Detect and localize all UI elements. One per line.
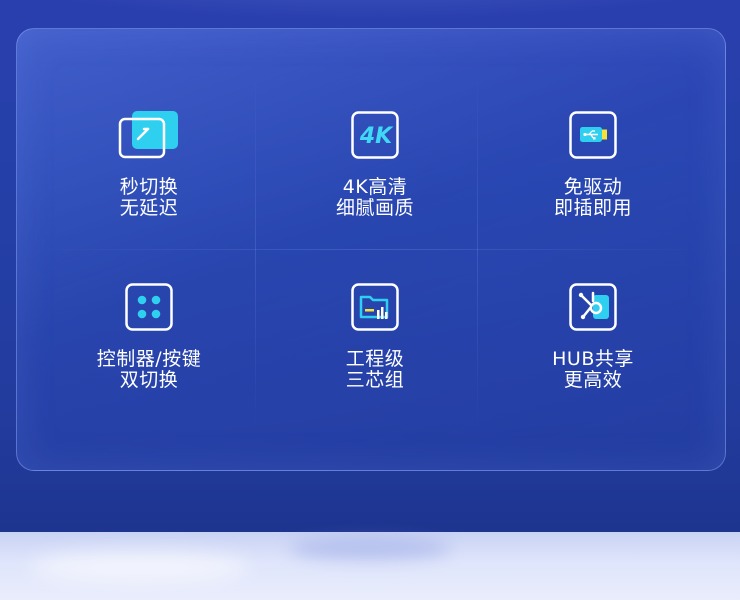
feature-title: 工程级 — [345, 348, 405, 370]
feature-subtitle: 细腻画质 — [335, 197, 414, 219]
feature-title: HUB共享 — [552, 348, 634, 370]
feature-engineering-grade: 工程级 三芯组 — [265, 283, 485, 391]
usb-icon — [569, 111, 617, 159]
page: 秒切换 无延迟 4K 4K高清 细腻画质 免驱动 即插即用 控制器/按键 双切换… — [0, 0, 740, 600]
4k-icon: 4K — [351, 111, 399, 159]
feature-label: 秒切换 无延迟 — [39, 177, 259, 219]
feature-hub-share: HUB共享 更高效 — [483, 283, 703, 391]
switch-icon — [118, 111, 178, 159]
feature-label: 免驱动 即插即用 — [483, 177, 703, 219]
feature-subtitle: 双切换 — [119, 369, 179, 391]
feature-dual-switch: 控制器/按键 双切换 — [39, 283, 259, 391]
bottom-blur-decoration — [290, 538, 450, 560]
feature-label: 工程级 三芯组 — [265, 349, 485, 391]
feature-label: HUB共享 更高效 — [483, 349, 703, 391]
controller-icon — [125, 283, 173, 331]
feature-label: 4K高清 细腻画质 — [265, 177, 485, 219]
feature-panel: 秒切换 无延迟 4K 4K高清 细腻画质 免驱动 即插即用 控制器/按键 双切换… — [16, 28, 726, 471]
feature-subtitle: 三芯组 — [345, 369, 405, 391]
feature-title: 秒切换 — [119, 176, 179, 198]
feature-4k: 4K 4K高清 细腻画质 — [265, 111, 485, 219]
4k-icon-text: 4K — [359, 124, 394, 149]
bottom-light-band — [0, 532, 740, 600]
hub-share-icon — [569, 283, 617, 331]
feature-label: 控制器/按键 双切换 — [39, 349, 259, 391]
feature-title: 4K高清 — [342, 176, 408, 198]
feature-title: 控制器/按键 — [96, 348, 202, 370]
folder-chart-icon — [351, 283, 399, 331]
bottom-glow-decoration — [30, 552, 250, 582]
feature-instant-switch: 秒切换 无延迟 — [39, 111, 259, 219]
divider-horizontal — [37, 249, 705, 250]
feature-title: 免驱动 — [563, 176, 623, 198]
feature-driver-free: 免驱动 即插即用 — [483, 111, 703, 219]
feature-subtitle: 更高效 — [563, 369, 623, 391]
top-arc-decoration — [0, 0, 740, 20]
feature-subtitle: 即插即用 — [553, 197, 632, 219]
feature-subtitle: 无延迟 — [119, 197, 179, 219]
